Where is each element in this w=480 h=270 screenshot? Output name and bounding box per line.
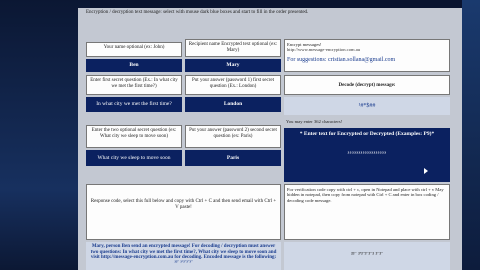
suggestions-email[interactable]: For suggestions: cristian.sollana@gmail.… xyxy=(287,57,447,63)
encryption-page: Encryption / decryption text message: se… xyxy=(78,8,462,270)
question2-label: Enter the two optional secret question (… xyxy=(86,125,182,148)
encoded-output[interactable]: ³³¨ ³'³¨³¨³¨³ ³¨³¨ xyxy=(284,242,450,270)
decode-label: Decode (decrypt) message: xyxy=(284,75,450,95)
message-prompt: * Enter text for Encrypted or Decrypted … xyxy=(299,131,435,137)
decode-output[interactable]: ¹#*$## xyxy=(284,97,450,115)
name-label: Your name optional (ex: John) xyxy=(86,42,182,57)
question2-input[interactable]: What city we sleep to move soon xyxy=(86,150,182,166)
answer2-input[interactable]: Paris xyxy=(185,150,281,166)
answer1-label: Put your answer (password 1) first secre… xyxy=(185,75,281,95)
message-textarea[interactable]: * Enter text for Encrypted or Decrypted … xyxy=(284,128,450,182)
answer2-label: Put your answer (password 2) second secr… xyxy=(185,125,281,148)
message-value: ³³³³³³³³³³³³³³³³³³ xyxy=(347,151,387,157)
site-info-box: Encrypt messages! http://www.message-enc… xyxy=(284,39,450,72)
answer1-input[interactable]: London xyxy=(185,97,281,112)
question1-label: Enter first secret question (Ex.: In wha… xyxy=(86,75,182,95)
page-instructions: Encryption / decryption text message: se… xyxy=(86,10,309,15)
desktop-background-right xyxy=(462,0,480,270)
chars-remaining: You may enter 362 characters! xyxy=(286,119,343,124)
recipient-label: Recipient name Encrypted text optional (… xyxy=(185,39,281,57)
verification-note: For verification code copy with ctrl + c… xyxy=(284,184,450,240)
response-note: Response code, select this full below an… xyxy=(86,184,281,240)
desktop-background-left xyxy=(0,0,90,270)
response-message[interactable]: Mary, person Ben send an encrypted messa… xyxy=(86,242,281,270)
recipient-input[interactable]: Mary xyxy=(185,59,281,72)
mouse-cursor-icon xyxy=(424,168,428,174)
question1-input[interactable]: In what city we met the first time? xyxy=(86,97,182,112)
name-input[interactable]: Ben xyxy=(86,59,182,72)
site-url-link[interactable]: http://www.message-encryption.com.au xyxy=(287,47,447,52)
